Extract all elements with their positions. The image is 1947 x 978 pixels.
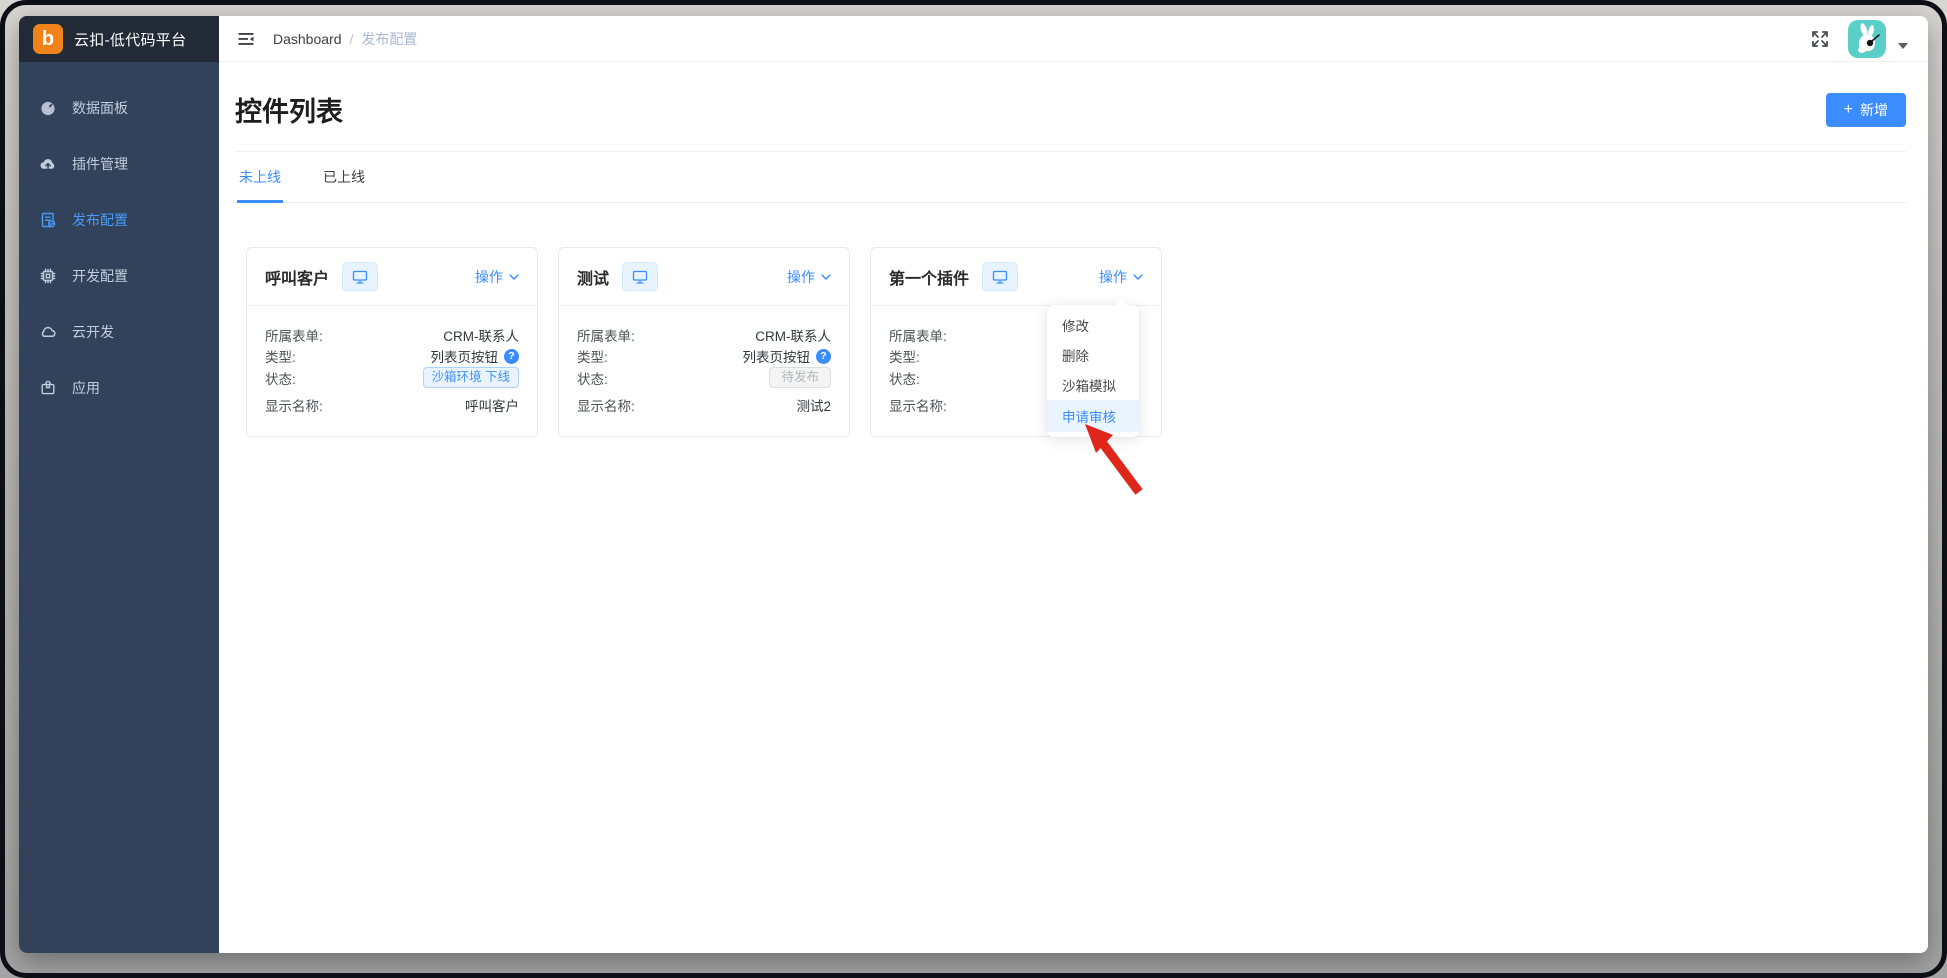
- help-icon[interactable]: ?: [504, 348, 519, 364]
- breadcrumb-current: 发布配置: [361, 30, 418, 47]
- brand-name: 云扣-低代码平台: [74, 31, 187, 49]
- help-icon[interactable]: ?: [816, 348, 831, 364]
- menu-item-modify[interactable]: 修改: [1047, 310, 1139, 340]
- breadcrumb-separator: /: [349, 30, 354, 47]
- sidebar-item-label: 数据面板: [72, 100, 128, 116]
- page-header: 控件列表 + 新增: [235, 82, 1906, 152]
- sidebar-item-label: 应用: [72, 380, 100, 396]
- add-button[interactable]: + 新增: [1825, 92, 1906, 127]
- sidebar-item-label: 插件管理: [72, 156, 128, 172]
- sidebar-item-publish-config[interactable]: 发布配置: [19, 192, 219, 248]
- monitor-icon: [992, 270, 1008, 284]
- menu-fold-icon[interactable]: [237, 30, 255, 48]
- card-header: 第一个插件 操作: [871, 248, 1161, 306]
- sidebar-item-cloud-dev[interactable]: 云开发: [19, 304, 219, 360]
- cpu-icon: [40, 268, 56, 284]
- user-menu-caret-icon[interactable]: [1898, 42, 1908, 49]
- card-title: 测试: [577, 270, 610, 288]
- action-dropdown-trigger[interactable]: 操作: [787, 267, 831, 287]
- action-dropdown-trigger[interactable]: 操作: [1099, 267, 1143, 287]
- rabbit-avatar-icon: [1858, 22, 1880, 53]
- status-badge: 沙箱环境 下线: [422, 367, 519, 389]
- sidebar-item-apps[interactable]: 应用: [19, 360, 219, 416]
- sidebar-item-label: 云开发: [72, 324, 114, 340]
- action-label: 操作: [475, 268, 503, 285]
- menu-item-delete[interactable]: 删除: [1047, 340, 1139, 370]
- card-header: 测试 操作: [559, 248, 849, 306]
- cloud-icon: [41, 326, 56, 338]
- cloud-upload-icon: [40, 159, 55, 170]
- action-dropdown-menu: 修改 删除 沙箱模拟 申请审核: [1047, 299, 1139, 437]
- card-title: 第一个插件: [889, 270, 970, 288]
- main-area: Dashboard / 发布配置 控件列表 + 新增 未上线 已上线 呼叫客户 …: [219, 16, 1928, 953]
- page-content: 控件列表 + 新增 未上线 已上线 呼叫客户 操作 所属表单: CRM-联系人 …: [219, 62, 1928, 953]
- tabs: 未上线 已上线: [235, 152, 1906, 203]
- widget-card-first-plugin: 第一个插件 操作 所属表单: 类型: 状态: 显示名称: 修改 删除 沙箱模拟 …: [870, 247, 1162, 495]
- field-type: 类型: 列表页按钮 ?: [577, 346, 831, 368]
- field-form: 所属表单: CRM-联系人: [265, 328, 519, 344]
- status-badge: 待发布: [769, 367, 831, 389]
- tab-not-online[interactable]: 未上线: [237, 152, 283, 203]
- sidebar-menu: 数据面板 插件管理 发布配置 开发配置 云开发 应用: [19, 62, 219, 416]
- card-body: 所属表单: CRM-联系人 类型: 列表页按钮 ?: [559, 306, 849, 436]
- field-display-name: 显示名称: 呼叫客户: [265, 399, 519, 415]
- brand-logo: b: [33, 24, 63, 54]
- chevron-down-icon: [1133, 273, 1143, 280]
- field-form: 所属表单: CRM-联系人: [577, 328, 831, 344]
- field-status: 状态: 沙箱环境 下线: [265, 367, 519, 389]
- action-label: 操作: [787, 268, 815, 285]
- tab-online[interactable]: 已上线: [321, 152, 367, 203]
- file-audit-icon: [41, 212, 56, 228]
- card-list: 呼叫客户 操作 所属表单: CRM-联系人 类型: 列表页按钮 ? 状态: 沙箱…: [246, 247, 1906, 495]
- sidebar-item-plugin-management[interactable]: 插件管理: [19, 136, 219, 192]
- chevron-down-icon: [821, 273, 831, 280]
- sidebar-item-label: 开发配置: [72, 268, 128, 284]
- card-title: 呼叫客户: [265, 270, 330, 288]
- plus-icon: +: [1843, 100, 1853, 118]
- monitor-icon: [352, 270, 368, 284]
- sidebar-item-data-panel[interactable]: 数据面板: [19, 80, 219, 136]
- fullscreen-icon[interactable]: [1810, 29, 1830, 49]
- sidebar: b 云扣-低代码平台 数据面板 插件管理 发布配置 开发配置 云开发 应用: [19, 16, 219, 953]
- menu-item-sandbox-simulate[interactable]: 沙箱模拟: [1047, 370, 1139, 400]
- topbar: Dashboard / 发布配置: [219, 16, 1928, 62]
- app-window: b 云扣-低代码平台 数据面板 插件管理 发布配置 开发配置 云开发 应用 Da…: [19, 16, 1928, 953]
- add-button-label: 新增: [1860, 101, 1888, 118]
- field-display-name: 显示名称: 测试2: [577, 399, 831, 415]
- action-dropdown-trigger[interactable]: 操作: [475, 267, 519, 287]
- avatar[interactable]: [1848, 19, 1886, 58]
- screenshot-frame: b 云扣-低代码平台 数据面板 插件管理 发布配置 开发配置 云开发 应用 Da…: [0, 0, 1947, 978]
- preview-button[interactable]: [622, 262, 659, 291]
- card-header: 呼叫客户 操作: [247, 248, 537, 306]
- field-type: 类型: 列表页按钮 ?: [265, 346, 519, 368]
- action-label: 操作: [1099, 268, 1127, 285]
- breadcrumb: Dashboard / 发布配置: [273, 29, 417, 49]
- widget-card-test: 测试 操作 所属表单: CRM-联系人 类型: 列表页按钮 ? 状态: 待发布 …: [558, 247, 850, 437]
- monitor-icon: [632, 270, 648, 284]
- sidebar-item-label: 发布配置: [72, 212, 128, 228]
- page-title: 控件列表: [235, 97, 343, 127]
- dashboard-icon: [41, 101, 55, 116]
- preview-button[interactable]: [342, 262, 379, 291]
- sidebar-item-dev-config[interactable]: 开发配置: [19, 248, 219, 304]
- menu-item-apply-review[interactable]: 申请审核: [1047, 400, 1139, 432]
- sidebar-logo: b 云扣-低代码平台: [19, 16, 219, 62]
- preview-button[interactable]: [982, 262, 1019, 291]
- chevron-down-icon: [509, 273, 519, 280]
- widget-card-call-customer: 呼叫客户 操作 所属表单: CRM-联系人 类型: 列表页按钮 ? 状态: 沙箱…: [246, 247, 538, 437]
- app-box-icon: [41, 380, 55, 395]
- field-status: 状态: 待发布: [577, 367, 831, 389]
- breadcrumb-dashboard[interactable]: Dashboard: [273, 31, 342, 47]
- card-body: 所属表单: CRM-联系人 类型: 列表页按钮 ?: [247, 306, 537, 436]
